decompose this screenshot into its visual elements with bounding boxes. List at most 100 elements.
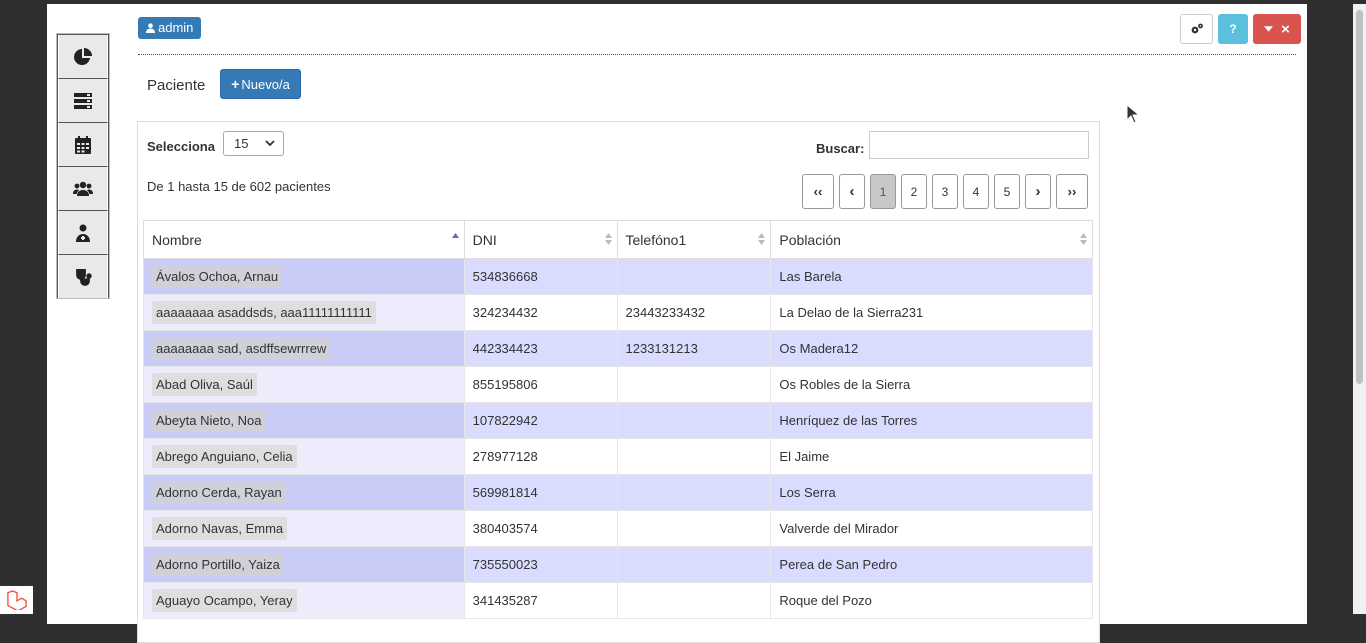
sidebar [57,34,109,298]
patient-name-link[interactable]: Ávalos Ochoa, Arnau [152,265,283,288]
cell-nombre: Abad Oliva, Saúl [143,366,465,403]
table-row[interactable]: Adorno Portillo, Yaiza 735550023 Perea de … [143,546,1093,583]
patient-name-link[interactable]: Abeyta Nieto, Noa [152,409,266,432]
sidebar-item-users[interactable] [58,167,108,211]
user-badge[interactable]: admin [138,17,202,39]
cell-poblacion-text: Os Robles de la Sierra [779,377,911,392]
cell-dni: 341435287 [463,582,618,619]
cell-poblacion-text: Henríquez de las Torres [779,413,918,428]
table-row[interactable]: Abrego Anguiano, Celia 278977128 El Jaime [143,438,1093,475]
table-row[interactable]: Abad Oliva, Saúl 855195806 Os Robles de la… [143,366,1093,403]
cell-poblacion-text: Os Madera12 [779,341,859,356]
table-row[interactable]: Adorno Cerda, Rayan 569981814 Los Serra [143,474,1093,511]
page-button[interactable]: 3 [932,174,958,209]
page-button[interactable]: 5 [994,174,1020,209]
sidebar-item-server[interactable] [58,79,108,123]
patient-name-link[interactable]: Adorno Cerda, Rayan [152,481,286,504]
cell-dni: 380403574 [463,510,618,547]
cell-dni: 278977128 [463,438,618,475]
first-page-button[interactable]: ‹‹ [802,174,834,209]
cell-dni: 442334423 [463,330,618,367]
app-window: admin ? × Paciente + Nuevo/a Selecciona 1… [47,4,1307,643]
prev-page-button[interactable]: ‹ [839,174,865,209]
cell-dni: 534836668 [463,258,618,295]
search-input[interactable] [869,131,1089,159]
close-menu-button[interactable]: × [1253,14,1301,44]
cell-telefono: 23443233432 [616,294,772,331]
patient-name-link[interactable]: Abrego Anguiano, Celia [152,445,297,468]
cell-poblacion: Os Robles de la Sierra [770,366,1093,403]
calendar-icon [75,135,91,154]
cell-dni-text: 341435287 [472,593,538,608]
table-row[interactable]: Ávalos Ochoa, Arnau 534836668 Las Barela [143,258,1093,295]
patient-name-link[interactable]: Adorno Portillo, Yaiza [152,553,284,576]
page-button[interactable]: 4 [963,174,989,209]
patient-name-link[interactable]: Adorno Navas, Emma [152,517,288,540]
new-patient-button[interactable]: + Nuevo/a [220,69,301,99]
gears-icon [1191,23,1203,34]
page-button[interactable]: 1 [870,174,896,209]
cell-nombre: Ávalos Ochoa, Arnau [143,258,465,295]
cell-telefono-text: 1233131213 [625,341,698,356]
cell-poblacion: La Delao de la Sierra231 [770,294,1093,331]
cell-telefono [616,546,772,583]
help-button[interactable]: ? [1218,14,1248,44]
sidebar-item-doctor[interactable] [58,211,108,255]
next-page-button[interactable]: › [1025,174,1051,209]
table-row[interactable]: aaaaaaaa asaddsds, aaa11111111111 3242344… [143,294,1093,331]
cell-poblacion-text: Roque del Pozo [779,593,872,608]
cell-telefono [616,402,772,439]
mouse-cursor-icon [1126,104,1140,124]
cell-dni: 735550023 [463,546,618,583]
sidebar-item-dashboard[interactable] [58,35,108,79]
cell-nombre: Adorno Portillo, Yaiza [143,546,465,583]
sort-asc-icon [451,233,459,238]
column-header-label: Nombre [152,231,202,248]
cell-nombre: Abeyta Nieto, Noa [143,402,465,439]
cell-poblacion-text: El Jaime [779,449,830,464]
user-icon [146,23,155,33]
table-row[interactable]: Adorno Navas, Emma 380403574 Valverde del … [143,510,1093,547]
user-badge-label: admin [158,20,194,35]
pagination: ‹‹ ‹ 1 2 3 4 5 › ›› [802,174,1088,209]
new-patient-label: Nuevo/a [241,76,290,92]
sort-icon [1080,233,1087,245]
page-size-value: 15 [234,136,249,151]
cell-poblacion-text: Perea de San Pedro [779,557,898,572]
sidebar-item-stethoscope[interactable] [58,255,108,298]
sidebar-item-calendar[interactable] [58,123,108,167]
table-row[interactable]: Abeyta Nieto, Noa 107822942 Henríquez de l… [143,402,1093,439]
column-header-dni[interactable]: DNI [463,220,618,259]
last-page-button[interactable]: ›› [1056,174,1088,209]
patient-name-link[interactable]: aaaaaaaa sad, asdffsewrrrew [152,337,331,360]
column-header-poblacion[interactable]: Población [770,220,1093,259]
patients-panel: Selecciona 15 Buscar: De 1 hasta 15 de 6… [137,121,1100,643]
cell-poblacion: Os Madera12 [770,330,1093,367]
column-header-telefono[interactable]: Telefóno1 [616,220,772,259]
page-size-label: Selecciona [147,139,215,154]
scrollbar-thumb[interactable] [1356,10,1363,384]
cell-poblacion: Los Serra [770,474,1093,511]
column-header-nombre[interactable]: Nombre [143,220,465,259]
patient-name-link[interactable]: aaaaaaaa asaddsds, aaa11111111111 [152,301,376,324]
settings-button[interactable] [1180,14,1213,44]
cell-telefono: 1233131213 [616,330,772,367]
cell-dni-text: 442334423 [472,341,538,356]
cell-nombre: Adorno Cerda, Rayan [143,474,465,511]
header-divider [138,54,1296,55]
scrollbar[interactable] [1353,4,1366,614]
cell-poblacion: Valverde del Mirador [770,510,1093,547]
cell-poblacion: Perea de San Pedro [770,546,1093,583]
page-title: Paciente [147,77,206,94]
patient-name-link[interactable]: Abad Oliva, Saúl [152,373,257,396]
page-button[interactable]: 2 [901,174,927,209]
table-row[interactable]: aaaaaaaa sad, asdffsewrrrew 442334423 1233… [143,330,1093,367]
cell-poblacion: El Jaime [770,438,1093,475]
column-header-label: DNI [472,231,497,248]
cell-telefono [616,510,772,547]
cell-poblacion: Roque del Pozo [770,582,1093,619]
patient-name-link[interactable]: Aguayo Ocampo, Yeray [152,589,297,612]
page-size-select[interactable]: 15 [223,131,284,156]
table-info: De 1 hasta 15 de 602 pacientes [147,179,331,194]
table-row[interactable]: Aguayo Ocampo, Yeray 341435287 Roque del P… [143,582,1093,619]
